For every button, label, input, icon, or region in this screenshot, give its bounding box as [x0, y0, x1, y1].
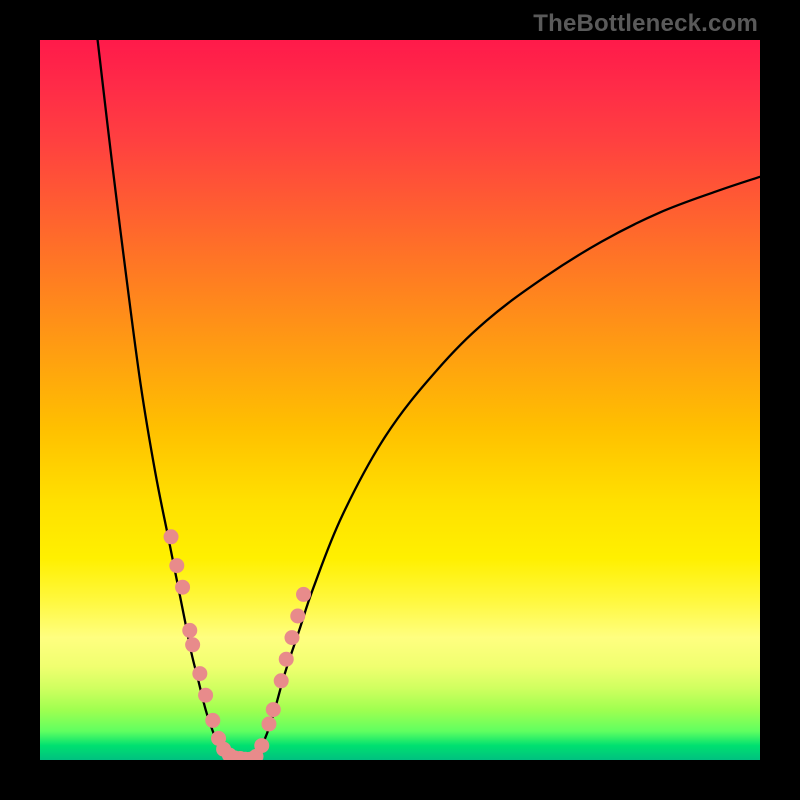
data-marker: [198, 688, 213, 703]
plot-area: [40, 40, 760, 760]
data-marker: [279, 652, 294, 667]
data-marker: [175, 580, 190, 595]
data-marker: [261, 717, 276, 732]
data-marker: [182, 623, 197, 638]
left-curve: [98, 40, 228, 760]
markers-left-group: [164, 529, 253, 760]
curves-svg: [40, 40, 760, 760]
data-marker: [205, 713, 220, 728]
data-marker: [169, 558, 184, 573]
data-marker: [254, 738, 269, 753]
data-marker: [185, 637, 200, 652]
data-marker: [296, 587, 311, 602]
data-marker: [274, 673, 289, 688]
data-marker: [192, 666, 207, 681]
data-marker: [285, 630, 300, 645]
chart-container: TheBottleneck.com: [0, 0, 800, 800]
data-marker: [164, 529, 179, 544]
data-marker: [290, 609, 305, 624]
watermark-text: TheBottleneck.com: [533, 10, 758, 38]
markers-right-group: [243, 587, 311, 760]
right-curve: [256, 177, 760, 760]
data-marker: [266, 702, 281, 717]
